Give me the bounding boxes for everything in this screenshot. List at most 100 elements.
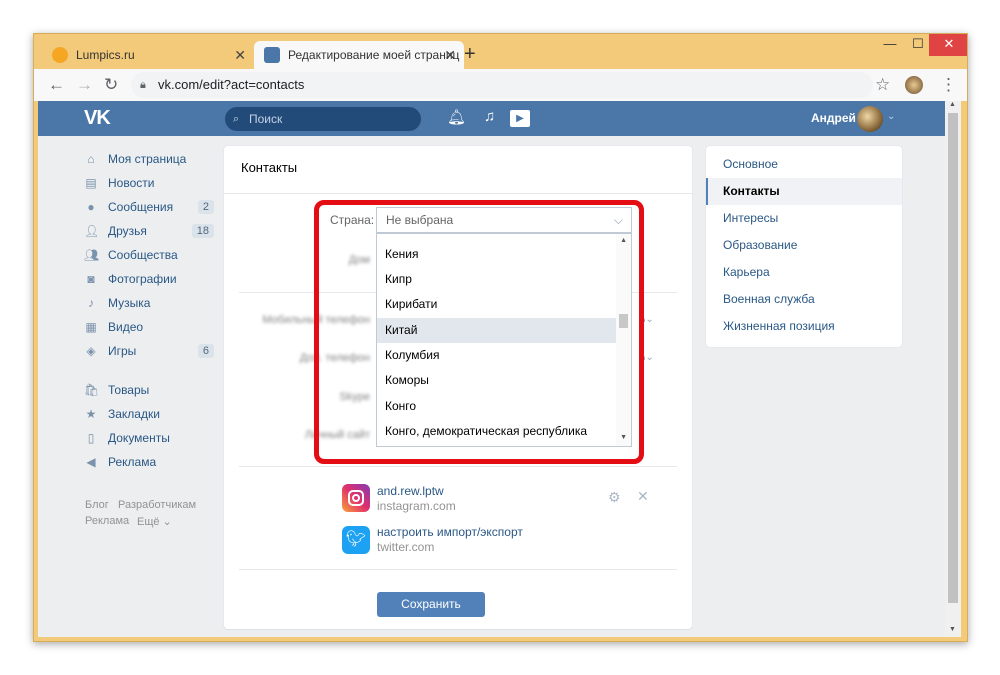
save-button[interactable]: Сохранить <box>377 592 485 617</box>
menu-item-communities[interactable]: 👥︎ Сообщества <box>84 244 214 266</box>
nav-item-main[interactable]: Основное <box>706 151 902 178</box>
nav-item-life-position[interactable]: Жизненная позиция <box>706 313 902 340</box>
forward-arrow-icon[interactable]: → <box>76 75 93 95</box>
page-scrollbar[interactable]: ▲ ▼ <box>945 101 961 637</box>
profile-avatar-icon[interactable] <box>905 76 923 94</box>
vk-icon <box>264 47 280 63</box>
lock-icon: 🔒︎ <box>140 79 146 91</box>
communities-icon: 👥︎ <box>84 248 100 262</box>
instagram-domain: instagram.com <box>377 499 456 513</box>
search-input[interactable]: ⌕ Поиск <box>225 107 421 131</box>
back-arrow-icon[interactable]: ← <box>48 75 65 95</box>
minimize-button[interactable]: — <box>876 34 904 56</box>
close-tab-icon[interactable]: ✕ <box>444 47 456 64</box>
menu-item-ads[interactable]: ◀ Реклама <box>84 451 214 473</box>
footer-ads-link[interactable]: Реклама <box>85 515 129 527</box>
page-title: Контакты <box>241 160 298 175</box>
nav-item-military[interactable]: Военная служба <box>706 286 902 313</box>
tab-lumpics[interactable]: Lumpics.ru ✕ <box>42 41 254 69</box>
camera-icon: ◙ <box>87 272 95 286</box>
twitter-setup-link[interactable]: настроить импорт/экспорт <box>377 525 523 539</box>
news-icon: ▤ <box>85 176 97 190</box>
menu-item-music[interactable]: ♪ Музыка <box>84 292 214 314</box>
menu-item-label: Закладки <box>108 407 160 421</box>
menu-item-news[interactable]: ▤ Новости <box>84 172 214 194</box>
section-divider <box>239 466 677 467</box>
video-icon: ▦ <box>85 320 97 334</box>
menu-item-photos[interactable]: ◙ Фотографии <box>84 268 214 290</box>
address-text: vk.com/edit?act=contacts <box>158 77 305 92</box>
avatar[interactable] <box>857 106 883 132</box>
twitter-domain: twitter.com <box>377 540 435 554</box>
bookmark-star-icon[interactable]: ☆ <box>875 75 890 95</box>
menu-item-goods[interactable]: 🛍︎ Товары <box>84 379 214 401</box>
menu-item-label: Сообщества <box>108 248 178 262</box>
instagram-icon <box>342 484 370 512</box>
games-icon: ◈ <box>86 344 96 358</box>
nav-item-education[interactable]: Образование <box>706 232 902 259</box>
nav-item-contacts[interactable]: Контакты <box>706 178 902 205</box>
tab-title: Редактирование моей страниц <box>288 48 460 62</box>
menu-item-label: Сообщения <box>108 200 174 214</box>
vk-logo[interactable]: VK <box>84 107 111 130</box>
section-divider <box>239 569 677 570</box>
search-placeholder: Поиск <box>249 112 283 126</box>
goods-icon: 🛍︎ <box>84 383 100 397</box>
footer-developers-link[interactable]: Разработчикам <box>118 499 196 511</box>
menu-item-games[interactable]: ◈ Игры 6 <box>84 340 214 362</box>
chevron-down-icon[interactable]: ⌄ <box>887 111 895 122</box>
close-icon[interactable]: ✕ <box>637 488 649 505</box>
close-tab-icon[interactable]: ✕ <box>234 47 246 64</box>
new-tab-button[interactable]: + <box>464 43 476 66</box>
address-bar[interactable]: 🔒︎ vk.com/edit?act=contacts <box>131 72 873 98</box>
scroll-down-arrow-icon[interactable]: ▼ <box>949 626 956 633</box>
menu-item-label: Моя страница <box>108 152 187 166</box>
browser-window: — ☐ ✕ Lumpics.ru ✕ Редактирование моей с… <box>33 33 968 642</box>
menu-item-label: Фотографии <box>108 272 177 286</box>
tab-title: Lumpics.ru <box>76 48 135 62</box>
user-name[interactable]: Андрей <box>811 111 856 125</box>
vk-header: VK ⌕ Поиск 🔔︎ ♫ ▶ Андрей ⌄ <box>38 101 949 136</box>
instagram-account-link[interactable]: and.rew.lptw <box>377 484 444 498</box>
menu-item-bookmarks[interactable]: ★ Закладки <box>84 403 214 425</box>
footer-more-link[interactable]: Ещё ⌄ <box>137 515 172 528</box>
orange-circle-icon <box>52 47 68 63</box>
menu-item-label: Музыка <box>108 296 151 310</box>
page-scroll-thumb[interactable] <box>948 113 958 603</box>
gear-icon[interactable]: ⚙ <box>608 489 621 506</box>
menu-item-label: Игры <box>108 344 137 358</box>
reload-icon[interactable]: ↻ <box>104 75 118 95</box>
menu-dots-icon[interactable]: ⋮ <box>940 75 957 95</box>
menu-item-documents[interactable]: ▯ Документы <box>84 427 214 449</box>
bell-icon[interactable]: 🔔︎ <box>447 108 466 126</box>
menu-item-friends[interactable]: 👤︎ Друзья 18 <box>84 220 214 242</box>
star-icon: ★ <box>85 407 97 421</box>
contacts-card: Контакты Страна: Не выбрана ⌵ Дом Мобиль… <box>224 146 692 629</box>
menu-item-label: Видео <box>108 320 144 334</box>
tab-vk-edit[interactable]: Редактирование моей страниц ✕ <box>254 41 464 69</box>
browser-toolbar: ← → ↻ 🔒︎ vk.com/edit?act=contacts ☆ ⋮ <box>34 69 967 101</box>
menu-item-label: Новости <box>108 176 155 190</box>
menu-item-messages[interactable]: ● Сообщения 2 <box>84 196 214 218</box>
menu-item-video[interactable]: ▦ Видео <box>84 316 214 338</box>
scroll-up-arrow-icon[interactable]: ▲ <box>949 101 956 108</box>
music-note-icon[interactable]: ♫ <box>484 108 495 125</box>
menu-item-label: Товары <box>108 383 150 397</box>
megaphone-icon: ◀ <box>86 455 96 469</box>
close-window-button[interactable]: ✕ <box>929 34 967 56</box>
friends-icon: 👤︎ <box>84 224 100 238</box>
nav-item-career[interactable]: Карьера <box>706 259 902 286</box>
games-badge: 6 <box>197 344 214 358</box>
menu-item-label: Документы <box>108 431 170 445</box>
search-icon: ⌕ <box>233 113 240 125</box>
home-icon: ⌂ <box>87 152 95 166</box>
menu-item-label: Друзья <box>108 224 147 238</box>
menu-item-my-page[interactable]: ⌂ Моя страница <box>84 148 214 170</box>
music-icon: ♪ <box>88 296 94 310</box>
highlight-frame <box>314 200 644 464</box>
nav-item-interests[interactable]: Интересы <box>706 205 902 232</box>
footer-blog-link[interactable]: Блог <box>85 499 109 511</box>
play-icon[interactable]: ▶ <box>510 110 530 127</box>
maximize-button[interactable]: ☐ <box>904 34 932 56</box>
messages-badge: 2 <box>197 200 214 214</box>
